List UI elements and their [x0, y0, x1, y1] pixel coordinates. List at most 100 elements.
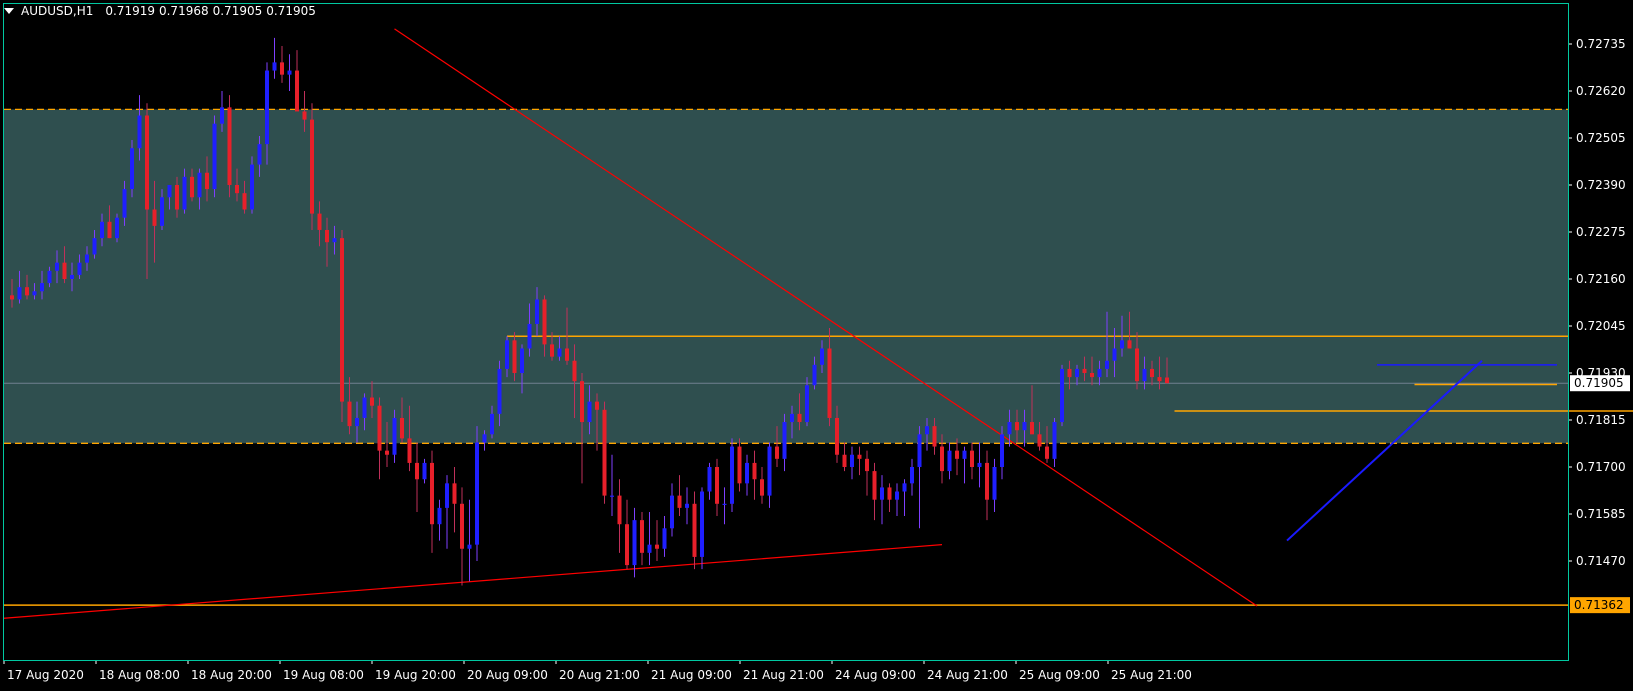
candle-body [992, 467, 997, 500]
candle-body [565, 348, 569, 361]
candle-body [1007, 422, 1012, 435]
candle-body [422, 462, 427, 480]
candle-body [722, 503, 727, 505]
candle-body [572, 360, 577, 382]
candle-body [925, 426, 929, 435]
candle-body [677, 495, 682, 508]
price-tick-label: 0.72045 [1576, 319, 1626, 333]
candle-body [767, 446, 772, 496]
time-tick-label: 19 Aug 08:00 [283, 668, 364, 682]
candle-body [587, 401, 592, 423]
candle-body [415, 462, 419, 480]
chart-window[interactable]: 0.72735 0.72620 0.72505 0.72390 0.72275 0.721… [0, 0, 1633, 687]
candle-body [1037, 434, 1042, 447]
candle-body [1022, 422, 1027, 431]
candle-body [377, 405, 382, 451]
price-tick-label: 0.71700 [1576, 460, 1626, 474]
candle-body [325, 229, 329, 243]
candle-body [715, 467, 719, 504]
candle-14 [115, 213, 119, 243]
time-tick-label: 20 Aug 21:00 [559, 668, 640, 682]
candle-body [685, 503, 689, 508]
candle-body [887, 487, 892, 500]
candle-body [820, 348, 824, 365]
candle-body [250, 164, 254, 210]
candle-body [647, 544, 652, 553]
low-value: 0.71905 [212, 4, 263, 18]
close-value: 0.71905 [266, 4, 316, 18]
candle-body [407, 438, 412, 463]
candle-body [197, 172, 202, 198]
candle-body [265, 70, 269, 145]
candle-body [910, 467, 914, 484]
candle-body [790, 413, 794, 423]
price-tick-label: 0.72390 [1576, 178, 1626, 192]
candle-body [182, 176, 187, 210]
candle-body [1067, 368, 1072, 378]
candle-body [227, 107, 232, 185]
symbol-label: AUDUSD,H1 [21, 4, 94, 18]
time-tick-label: 25 Aug 21:00 [1111, 668, 1192, 682]
candle-body [212, 123, 217, 190]
candle-body [880, 487, 884, 500]
candle-body [77, 262, 82, 275]
candle-body [137, 115, 142, 149]
candle-body [47, 270, 52, 284]
candle-body [1090, 373, 1094, 378]
candle-body [895, 491, 899, 500]
candlestick-chart[interactable]: 0.72735 0.72620 0.72505 0.72390 0.72275 0.721… [0, 0, 1633, 687]
candle-body [190, 176, 194, 198]
candle-body [302, 111, 307, 120]
candle-body [430, 462, 434, 525]
candle-body [1105, 360, 1109, 369]
candle-body [1112, 348, 1117, 361]
candle-44 [340, 229, 344, 423]
candle-body [452, 483, 457, 504]
candle-body [1165, 377, 1169, 384]
candle-body [640, 520, 644, 553]
time-tick-label: 19 Aug 20:00 [375, 668, 456, 682]
candle-body [797, 413, 802, 423]
candle-body [692, 503, 697, 557]
level-price-label: 0.71362 [1574, 598, 1624, 612]
candle-body [490, 413, 494, 435]
price-tick-label: 0.72735 [1576, 37, 1626, 51]
candle-body [1060, 368, 1064, 423]
time-tick-label: 18 Aug 20:00 [191, 668, 272, 682]
candle-body [857, 454, 862, 459]
candle-body [287, 70, 292, 75]
time-tick-label: 21 Aug 21:00 [743, 668, 824, 682]
candle-79 [602, 401, 607, 504]
candle-body [662, 528, 667, 549]
candle-body [835, 417, 839, 455]
candle-body [115, 217, 119, 239]
candle-body [745, 462, 749, 484]
candle-body [782, 422, 787, 459]
candle-body [550, 344, 554, 357]
time-tick-label: 18 Aug 08:00 [99, 668, 180, 682]
candle-body [527, 323, 532, 349]
candle-body [940, 446, 944, 472]
candle-body [280, 62, 284, 75]
candle-body [1097, 368, 1102, 378]
candle-body [40, 283, 44, 292]
candle-body [310, 119, 314, 214]
candle-29 [227, 95, 232, 198]
candle-body [632, 520, 637, 566]
candle-body [737, 446, 742, 484]
candle-body [92, 238, 97, 255]
candle-body [812, 364, 817, 386]
candle-body [220, 107, 224, 124]
candle-body [670, 495, 674, 529]
candle-16 [130, 140, 134, 198]
candle-body [1000, 434, 1004, 467]
candle-body [1120, 340, 1124, 349]
candle-body [970, 450, 974, 467]
candle-body [482, 434, 487, 443]
candle-body [55, 262, 59, 271]
candle-body [497, 368, 502, 414]
collapse-triangle-icon[interactable] [4, 8, 14, 14]
candle-body [167, 185, 172, 198]
candle-body [340, 238, 344, 402]
candle-body [152, 209, 157, 226]
